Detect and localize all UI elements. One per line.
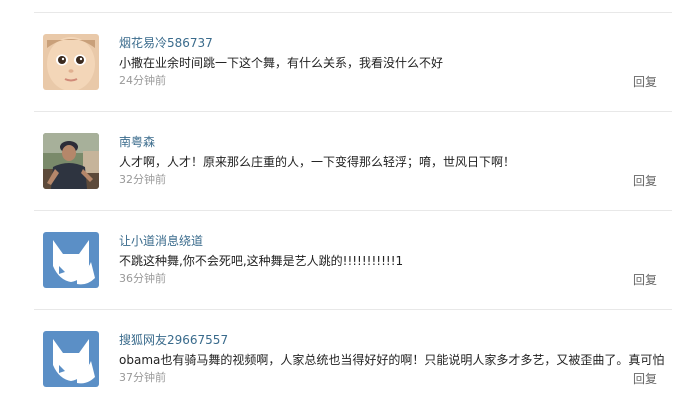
comment-list: 烟花易冷586737 小撒在业余时间跳一下这个舞，有什么关系，我看没什么不好 2… xyxy=(34,12,672,408)
comment-text: 人才啊，人才！原来那么庄重的人，一下变得那么轻浮；唷，世风日下啊！ xyxy=(119,155,516,169)
comment-time: 36分钟前 xyxy=(119,272,166,285)
comment-text: obama也有骑马舞的视频啊，人家总统也当得好好的啊！只能说明人家多才多艺，又被… xyxy=(119,353,665,367)
comment-item: 让小道消息绕道 不跳这种舞,你不会死吧,这种舞是艺人跳的!!!!!!!!!!!1… xyxy=(34,210,672,309)
reply-button[interactable]: 回复 xyxy=(633,75,657,89)
reply-button[interactable]: 回复 xyxy=(633,372,657,386)
comment-text: 小撒在业余时间跳一下这个舞，有什么关系，我看没什么不好 xyxy=(119,56,444,70)
fox-default-avatar-icon xyxy=(43,331,99,387)
comment-time: 37分钟前 xyxy=(119,371,166,384)
avatar[interactable] xyxy=(43,34,99,90)
username-link[interactable]: 南粤森 xyxy=(119,134,155,150)
comment-item: 搜狐网友29667557 obama也有骑马舞的视频啊，人家总统也当得好好的啊！… xyxy=(34,309,672,408)
comment-item: 南粤森 人才啊，人才！原来那么庄重的人，一下变得那么轻浮；唷，世风日下啊！ 32… xyxy=(34,111,672,210)
username-link[interactable]: 烟花易冷586737 xyxy=(119,35,213,51)
comment-time: 24分钟前 xyxy=(119,74,166,87)
reply-button[interactable]: 回复 xyxy=(633,273,657,287)
comment-item: 烟花易冷586737 小撒在业余时间跳一下这个舞，有什么关系，我看没什么不好 2… xyxy=(34,12,672,111)
comment-time: 32分钟前 xyxy=(119,173,166,186)
avatar[interactable] xyxy=(43,232,99,288)
username-link[interactable]: 让小道消息绕道 xyxy=(119,233,203,249)
person-avatar-image xyxy=(43,133,99,189)
reply-button[interactable]: 回复 xyxy=(633,174,657,188)
avatar[interactable] xyxy=(43,331,99,387)
fox-default-avatar-icon xyxy=(43,232,99,288)
avatar[interactable] xyxy=(43,133,99,189)
username-link[interactable]: 搜狐网友29667557 xyxy=(119,332,228,348)
comment-text: 不跳这种舞,你不会死吧,这种舞是艺人跳的!!!!!!!!!!!1 xyxy=(119,254,404,268)
baby-avatar-image xyxy=(43,34,99,90)
